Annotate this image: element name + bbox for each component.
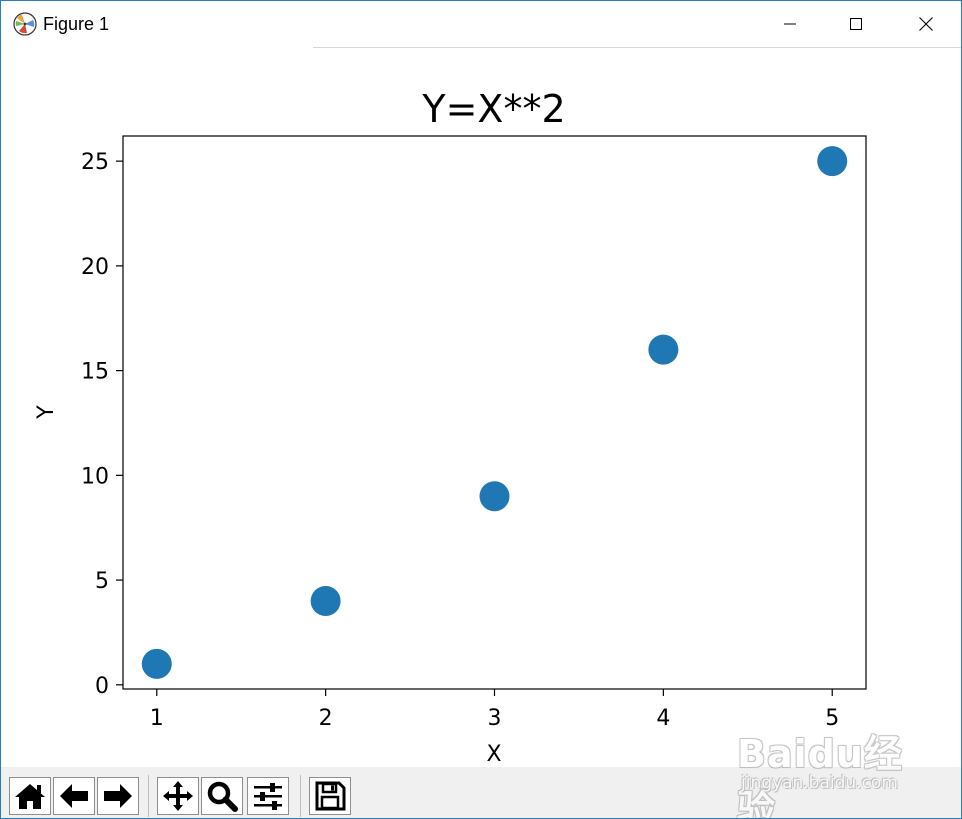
save-button[interactable] <box>309 777 351 815</box>
close-icon <box>919 17 933 31</box>
home-icon <box>15 784 45 809</box>
x-axis-label: X <box>486 742 501 767</box>
scatter-point <box>648 334 679 365</box>
y-tick-label: 0 <box>95 674 109 699</box>
y-tick-label: 10 <box>81 464 109 489</box>
arrow-left-icon <box>60 784 88 808</box>
scatter-chart: Y=X**2 1 2 3 4 5 0 5 10 15 20 25 X Y <box>34 87 867 767</box>
move-icon <box>163 781 193 811</box>
floppy-disk-icon <box>315 781 346 811</box>
maximize-icon <box>850 18 862 30</box>
x-tick-label: 2 <box>319 706 333 731</box>
watermark-url: jingyan.baidu.com <box>741 773 898 793</box>
minimize-icon <box>784 23 796 25</box>
minimize-button[interactable] <box>767 1 813 47</box>
arrow-right-icon <box>104 784 132 808</box>
matplotlib-icon <box>13 12 37 36</box>
pan-button[interactable] <box>157 777 199 815</box>
y-axis-label: Y <box>34 405 59 420</box>
title-bar[interactable]: Figure 1 <box>1 1 961 47</box>
toolbar-separator <box>148 775 149 817</box>
scatter-point <box>817 146 848 177</box>
figure-window: Figure 1 Y=X**2 1 2 3 4 5 0 5 10 15 20 25 X <box>0 0 962 819</box>
forward-button[interactable] <box>97 777 139 815</box>
x-tick-label: 4 <box>656 706 670 731</box>
home-button[interactable] <box>9 777 51 815</box>
baidu-watermark: Baidu经验 jingyan.baidu.com <box>737 723 927 818</box>
y-tick-label: 5 <box>95 569 109 594</box>
back-button[interactable] <box>53 777 95 815</box>
window-title: Figure 1 <box>43 14 110 34</box>
maximize-button[interactable] <box>833 1 879 47</box>
scatter-point <box>479 481 510 512</box>
magnifier-icon <box>207 781 238 812</box>
configure-subplots-button[interactable] <box>247 777 289 815</box>
x-tick-label: 1 <box>150 706 164 731</box>
y-axis-ticks: 0 5 10 15 20 25 <box>81 150 123 699</box>
zoom-button[interactable] <box>201 777 243 815</box>
title-separator <box>313 47 961 48</box>
watermark-brand: Baidu经验 <box>737 732 903 819</box>
x-axis-ticks: 12345 <box>150 689 839 731</box>
figure-canvas[interactable]: Y=X**2 1 2 3 4 5 0 5 10 15 20 25 X Y <box>1 49 961 767</box>
sliders-icon <box>254 783 282 810</box>
close-button[interactable] <box>903 1 949 47</box>
plot-area <box>122 135 867 690</box>
x-tick-label: 3 <box>488 706 502 731</box>
scatter-point <box>310 586 341 617</box>
y-tick-label: 15 <box>81 360 109 385</box>
toolbar-separator <box>300 775 301 817</box>
chart-title: Y=X**2 <box>421 87 565 131</box>
y-tick-label: 25 <box>81 150 109 175</box>
y-tick-label: 20 <box>81 255 109 280</box>
scatter-point <box>141 648 172 679</box>
